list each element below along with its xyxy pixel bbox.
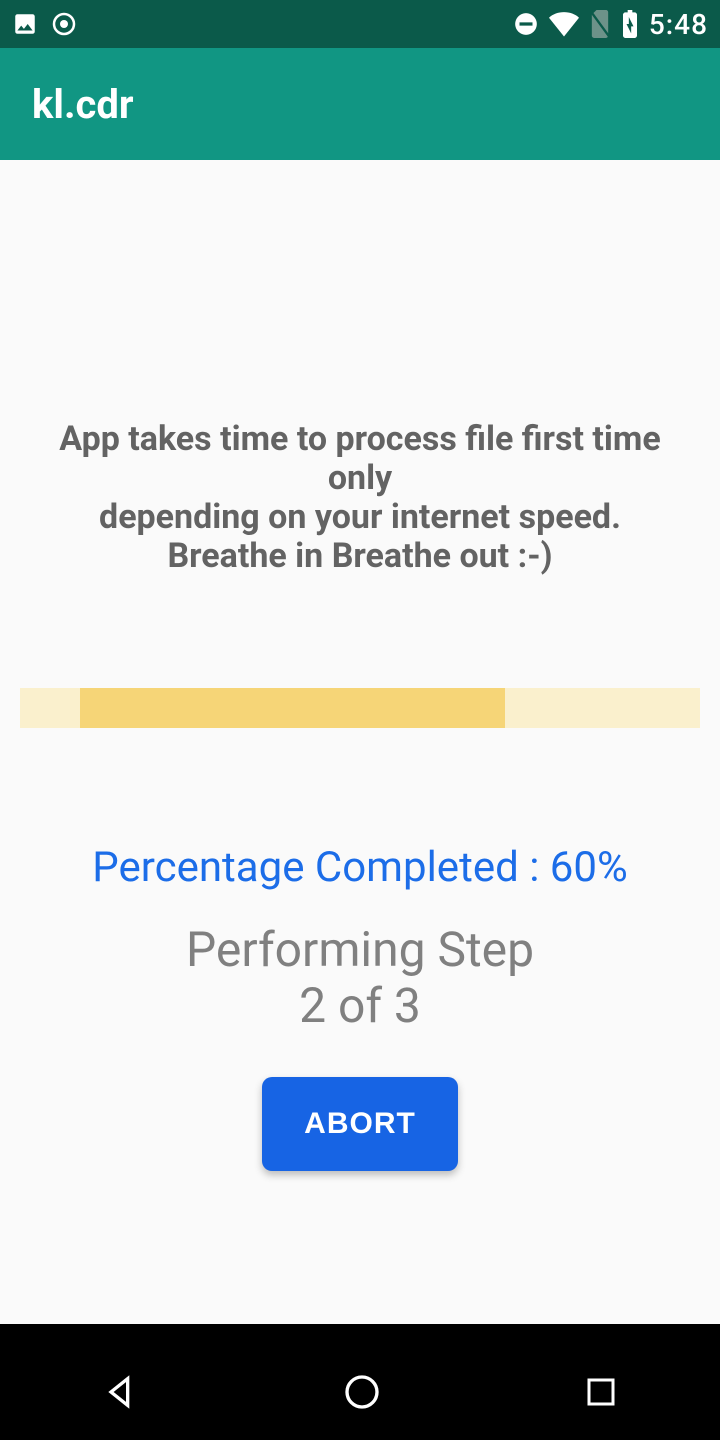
status-left-icons — [12, 11, 76, 37]
info-line-3: Breathe in Breathe out :-) — [32, 537, 688, 576]
app-bar: kl.cdr — [0, 48, 720, 160]
status-bar: 5:48 — [0, 0, 720, 48]
recent-apps-icon[interactable] — [583, 1374, 619, 1410]
step-line-2: 2 of 3 — [186, 978, 534, 1033]
step-line-1: Performing Step — [186, 922, 534, 977]
back-icon[interactable] — [101, 1372, 141, 1412]
target-icon — [52, 12, 76, 36]
bottom-strip — [0, 1324, 720, 1344]
dnd-icon — [513, 11, 539, 37]
no-sim-icon — [589, 10, 611, 38]
image-icon — [12, 11, 38, 37]
battery-charging-icon — [621, 10, 639, 38]
home-icon[interactable] — [342, 1372, 382, 1412]
wifi-icon — [549, 11, 579, 37]
info-line-1: App takes time to process file first tim… — [32, 420, 688, 498]
status-right-icons: 5:48 — [513, 8, 708, 41]
step-progress-label: Performing Step 2 of 3 — [186, 922, 534, 1032]
status-time: 5:48 — [649, 8, 708, 41]
info-line-2: depending on your internet speed. — [32, 498, 688, 537]
main-content: App takes time to process file first tim… — [0, 160, 720, 1171]
progress-bar — [20, 688, 700, 728]
app-title: kl.cdr — [32, 81, 134, 128]
progress-indicator — [80, 688, 505, 728]
abort-button[interactable]: ABORT — [262, 1077, 458, 1171]
info-message: App takes time to process file first tim… — [20, 420, 700, 576]
percentage-completed-label: Percentage Completed : 60% — [92, 843, 628, 892]
navigation-bar — [0, 1344, 720, 1440]
